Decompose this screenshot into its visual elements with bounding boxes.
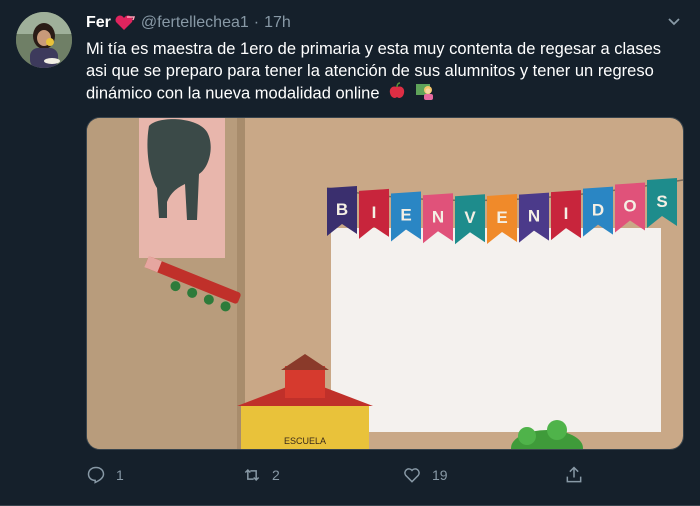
banner-letter: N <box>432 207 444 226</box>
display-name[interactable]: Fer <box>86 14 111 32</box>
banner-letter: V <box>464 208 476 227</box>
classroom-photo: ESCUELA B I E N V E N I DO S <box>87 118 683 449</box>
avatar-photo <box>16 12 72 68</box>
banner-letter: D <box>592 201 604 220</box>
tweet-actions: 1 2 19 <box>86 462 606 488</box>
retweet-button[interactable]: 2 <box>242 462 280 488</box>
tweet-image[interactable]: ESCUELA B I E N V E N I DO S <box>86 117 684 450</box>
heart-emoji-icon <box>113 15 135 31</box>
share-button[interactable] <box>564 462 594 488</box>
apple-emoji-icon <box>388 82 406 106</box>
like-button[interactable]: 19 <box>402 462 448 488</box>
like-count: 19 <box>432 467 448 483</box>
banner-letter: E <box>496 208 507 227</box>
heart-icon <box>404 468 420 483</box>
teacher-emoji-icon <box>415 82 435 106</box>
banner-letter: E <box>400 205 411 224</box>
chevron-down-icon[interactable] <box>666 14 682 30</box>
tweet-text: Mi tía es maestra de 1ero de primaria y … <box>86 40 662 103</box>
retweet-count: 2 <box>272 467 280 483</box>
banner-letter: N <box>528 207 540 226</box>
reply-button[interactable]: 1 <box>86 462 124 488</box>
share-icon <box>566 466 582 483</box>
tweet[interactable]: Fer @fertellechea1 · 17h Mi tía es maest… <box>0 0 700 506</box>
sign-text: ESCUELA <box>284 436 326 446</box>
tweet-text-block: Mi tía es maestra de 1ero de primaria y … <box>86 38 676 106</box>
banner-letter: B <box>336 200 348 219</box>
timestamp[interactable]: 17h <box>264 14 291 32</box>
banner-letter: S <box>656 192 667 211</box>
banner-letter: I <box>564 204 569 223</box>
reply-icon <box>87 466 105 484</box>
user-handle[interactable]: @fertellechea1 <box>141 14 249 32</box>
separator-dot: · <box>253 14 260 31</box>
retweet-icon <box>244 468 260 482</box>
tweet-header: Fer @fertellechea1 · 17h <box>86 12 291 34</box>
avatar[interactable] <box>16 12 72 68</box>
banner-letter: O <box>623 197 636 216</box>
banner-letter: I <box>372 203 377 222</box>
reply-count: 1 <box>116 467 124 483</box>
